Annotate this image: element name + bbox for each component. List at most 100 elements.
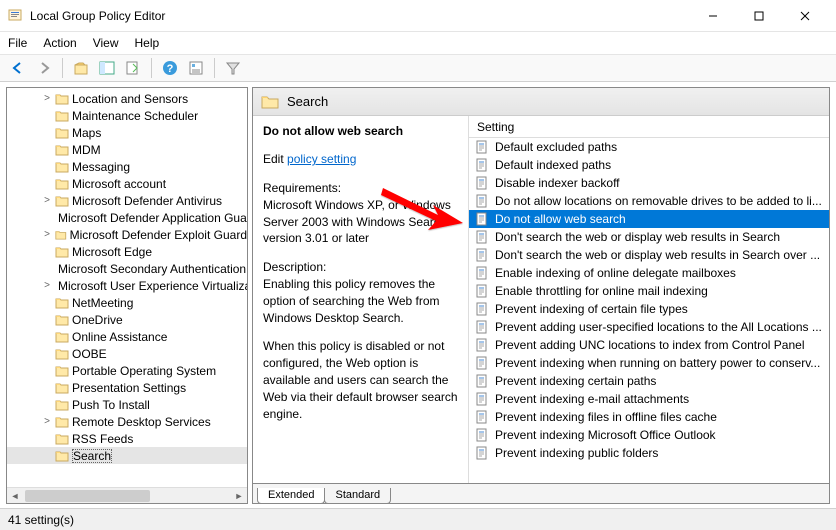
back-button[interactable] xyxy=(6,56,30,80)
setting-item[interactable]: Default indexed paths xyxy=(469,156,829,174)
filter-button[interactable] xyxy=(221,56,245,80)
setting-item[interactable]: Prevent indexing files in offline files … xyxy=(469,408,829,426)
setting-label: Enable indexing of online delegate mailb… xyxy=(495,266,736,280)
tree-horizontal-scrollbar[interactable]: ◄► xyxy=(7,487,247,503)
tree-expander-icon[interactable]: > xyxy=(41,280,53,291)
tree-item-label: Microsoft Defender Application Guard xyxy=(58,211,248,225)
setting-item[interactable]: Do not allow locations on removable driv… xyxy=(469,192,829,210)
tree-item[interactable]: > Microsoft Defender Antivirus xyxy=(7,192,247,209)
minimize-button[interactable] xyxy=(690,1,736,31)
requirements-label: Requirements: xyxy=(263,181,341,195)
tree-item[interactable]: Portable Operating System xyxy=(7,362,247,379)
setting-label: Prevent indexing public folders xyxy=(495,446,658,460)
setting-item[interactable]: Don't search the web or display web resu… xyxy=(469,228,829,246)
setting-label: Default indexed paths xyxy=(495,158,611,172)
tree-item[interactable]: MDM xyxy=(7,141,247,158)
pane-header-title: Search xyxy=(287,94,328,109)
tree-item[interactable]: > Microsoft User Experience Virtualizatio… xyxy=(7,277,247,294)
tree-item-label: Remote Desktop Services xyxy=(72,415,211,429)
tree-item-label: Microsoft Defender Antivirus xyxy=(72,194,222,208)
details-pane: Do not allow web search Edit policy sett… xyxy=(253,116,469,483)
setting-label: Don't search the web or display web resu… xyxy=(495,248,820,262)
description-text-2: When this policy is disabled or not conf… xyxy=(263,338,458,422)
setting-item[interactable]: Prevent indexing public folders xyxy=(469,444,829,462)
list-header-setting[interactable]: Setting xyxy=(469,116,829,138)
requirements-text: Microsoft Windows XP, or Windows Server … xyxy=(263,198,451,246)
folder-icon xyxy=(261,94,279,109)
tree-item-label: RSS Feeds xyxy=(72,432,133,446)
tree-item-label: Push To Install xyxy=(72,398,150,412)
help-button[interactable]: ? xyxy=(158,56,182,80)
tree-item[interactable]: Messaging xyxy=(7,158,247,175)
tree-item[interactable]: Maintenance Scheduler xyxy=(7,107,247,124)
tree-item-label: Portable Operating System xyxy=(72,364,216,378)
edit-policy-link[interactable]: policy setting xyxy=(287,152,356,166)
export-list-button[interactable] xyxy=(121,56,145,80)
setting-item[interactable]: Prevent adding UNC locations to index fr… xyxy=(469,336,829,354)
svg-text:?: ? xyxy=(167,63,174,75)
setting-item[interactable]: Enable indexing of online delegate mailb… xyxy=(469,264,829,282)
edit-prefix: Edit xyxy=(263,152,284,166)
tree-item[interactable]: NetMeeting xyxy=(7,294,247,311)
setting-item[interactable]: Disable indexer backoff xyxy=(469,174,829,192)
setting-label: Disable indexer backoff xyxy=(495,176,620,190)
menu-view[interactable]: View xyxy=(93,36,119,50)
setting-item[interactable]: Default excluded paths xyxy=(469,138,829,156)
setting-item[interactable]: Prevent indexing e-mail attachments xyxy=(469,390,829,408)
tree-item[interactable]: OOBE xyxy=(7,345,247,362)
tree-pane[interactable]: >Location and SensorsMaintenance Schedul… xyxy=(6,87,248,504)
setting-item[interactable]: Don't search the web or display web resu… xyxy=(469,246,829,264)
up-button[interactable] xyxy=(69,56,93,80)
tree-expander-icon[interactable]: > xyxy=(41,416,53,427)
setting-label: Prevent indexing e-mail attachments xyxy=(495,392,689,406)
tree-item-label: OneDrive xyxy=(72,313,123,327)
tree-item[interactable]: >Microsoft Defender Exploit Guard xyxy=(7,226,247,243)
setting-label: Prevent indexing Microsoft Office Outloo… xyxy=(495,428,716,442)
tree-item[interactable]: Search xyxy=(7,447,247,464)
tree-item[interactable]: Push To Install xyxy=(7,396,247,413)
tree-item[interactable]: Microsoft Edge xyxy=(7,243,247,260)
menu-help[interactable]: Help xyxy=(135,36,160,50)
close-button[interactable] xyxy=(782,1,828,31)
tree-item[interactable]: RSS Feeds xyxy=(7,430,247,447)
tree-item[interactable]: OneDrive xyxy=(7,311,247,328)
tree-item[interactable]: > Remote Desktop Services xyxy=(7,413,247,430)
setting-item[interactable]: Prevent adding user-specified locations … xyxy=(469,318,829,336)
setting-item[interactable]: Do not allow web search xyxy=(469,210,829,228)
forward-button[interactable] xyxy=(32,56,56,80)
tree-item[interactable]: Online Assistance xyxy=(7,328,247,345)
tree-expander-icon[interactable]: > xyxy=(41,195,53,206)
show-hide-tree-button[interactable] xyxy=(95,56,119,80)
description-text-1: Enabling this policy removes the option … xyxy=(263,277,440,325)
setting-item[interactable]: Enable throttling for online mail indexi… xyxy=(469,282,829,300)
tree-item[interactable]: Microsoft account xyxy=(7,175,247,192)
tab-extended[interactable]: Extended xyxy=(257,488,325,504)
setting-item[interactable]: Prevent indexing Microsoft Office Outloo… xyxy=(469,426,829,444)
setting-label: Prevent indexing files in offline files … xyxy=(495,410,717,424)
menu-file[interactable]: File xyxy=(8,36,27,50)
tree-item-label: Microsoft account xyxy=(72,177,166,191)
tree-item-label: Microsoft User Experience Virtualization xyxy=(58,279,248,293)
maximize-button[interactable] xyxy=(736,1,782,31)
tree-expander-icon[interactable]: > xyxy=(41,93,53,104)
tree-item-label: Messaging xyxy=(72,160,130,174)
settings-list[interactable]: Setting Default excluded paths Default in… xyxy=(469,116,829,483)
setting-item[interactable]: Prevent indexing when running on battery… xyxy=(469,354,829,372)
setting-item[interactable]: Prevent indexing of certain file types xyxy=(469,300,829,318)
tab-standard[interactable]: Standard xyxy=(324,488,391,504)
menu-action[interactable]: Action xyxy=(43,36,76,50)
tree-item[interactable]: Microsoft Defender Application Guard xyxy=(7,209,247,226)
tree-item[interactable]: Presentation Settings xyxy=(7,379,247,396)
tree-item-label: Microsoft Edge xyxy=(72,245,152,259)
tree-item[interactable]: Microsoft Secondary Authentication Facto… xyxy=(7,260,247,277)
tree-item-label: MDM xyxy=(72,143,101,157)
setting-label: Prevent indexing when running on battery… xyxy=(495,356,820,370)
properties-button[interactable] xyxy=(184,56,208,80)
tree-expander-icon[interactable]: > xyxy=(41,229,53,240)
setting-item[interactable]: Prevent indexing certain paths xyxy=(469,372,829,390)
setting-label: Do not allow web search xyxy=(495,212,626,226)
tree-item-label: Online Assistance xyxy=(72,330,167,344)
tree-item[interactable]: >Location and Sensors xyxy=(7,90,247,107)
setting-label: Prevent indexing certain paths xyxy=(495,374,656,388)
tree-item[interactable]: Maps xyxy=(7,124,247,141)
